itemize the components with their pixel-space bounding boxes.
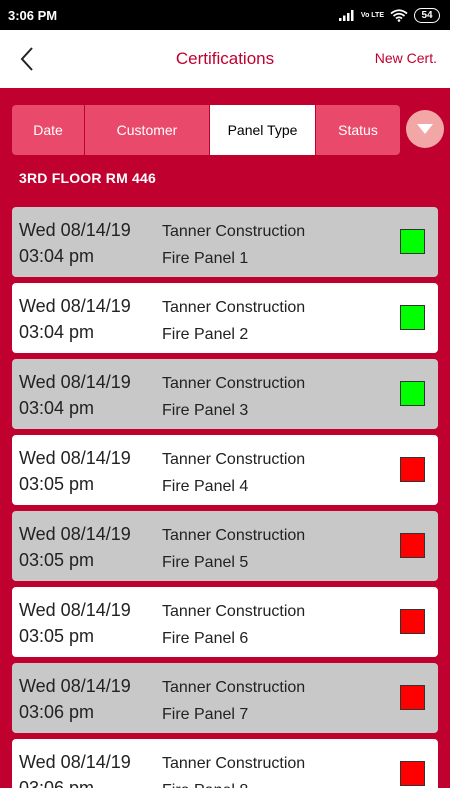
- cert-date: Wed 08/14/19: [19, 220, 131, 240]
- cert-panel: Fire Panel 8: [162, 777, 305, 788]
- location-heading: 3RD FLOOR RM 446: [19, 170, 156, 186]
- tab-panel-type[interactable]: Panel Type: [210, 105, 316, 155]
- status-indicator: [400, 381, 425, 406]
- cert-date: Wed 08/14/19: [19, 752, 131, 772]
- page-title: Certifications: [175, 49, 275, 68]
- cert-customer: Tanner Construction: [162, 603, 306, 620]
- wifi-icon: [390, 8, 408, 22]
- list-item[interactable]: Wed 08/14/19 03:05 pm Tanner Construction…: [12, 511, 438, 581]
- cert-customer: Tanner Construction: [162, 299, 306, 316]
- cert-date: Wed 08/14/19: [19, 600, 131, 620]
- list-item[interactable]: Wed 08/14/19 03:04 pm Tanner Construction…: [12, 359, 438, 429]
- status-indicator: [400, 533, 425, 558]
- tab-status[interactable]: Status: [316, 105, 400, 155]
- status-indicator: [400, 229, 425, 254]
- tab-label: Customer: [116, 122, 178, 138]
- battery-icon: 54: [414, 7, 440, 23]
- cert-panel: Fire Panel 6: [162, 630, 249, 647]
- app-bar: Certifications New Cert.: [0, 30, 450, 88]
- list-item[interactable]: Wed 08/14/19 03:04 pm Tanner Construction…: [12, 283, 438, 353]
- tab-label: Status: [338, 122, 378, 138]
- cert-time: 03:04 pm: [19, 398, 95, 418]
- cert-customer: Tanner Construction: [162, 755, 306, 772]
- cert-customer: Tanner Construction: [162, 527, 306, 544]
- tab-customer[interactable]: Customer: [85, 105, 210, 155]
- tab-date[interactable]: Date: [12, 105, 85, 155]
- certification-list: Wed 08/14/19 03:04 pm Tanner Construction…: [12, 207, 438, 788]
- list-item[interactable]: Wed 08/14/19 03:06 pm Tanner Construction…: [12, 739, 438, 788]
- cert-panel: Fire Panel 7: [162, 706, 249, 723]
- cert-customer: Tanner Construction: [162, 679, 306, 696]
- status-indicator: [400, 305, 425, 330]
- cert-time: 03:06 pm: [19, 778, 95, 788]
- chevron-down-icon: [417, 124, 433, 134]
- cert-panel: Fire Panel 1: [162, 250, 249, 267]
- cert-date: Wed 08/14/19: [19, 296, 131, 316]
- list-item[interactable]: Wed 08/14/19 03:05 pm Tanner Construction…: [12, 435, 438, 505]
- volte-label: Vo LTE: [360, 11, 384, 19]
- cert-panel: Fire Panel 3: [162, 402, 249, 419]
- cert-time: 03:06 pm: [19, 702, 95, 722]
- cert-date: Wed 08/14/19: [19, 372, 131, 392]
- cert-time: 03:04 pm: [19, 322, 95, 342]
- cert-panel: Fire Panel 4: [162, 478, 249, 495]
- cert-time: 03:05 pm: [19, 550, 95, 570]
- tab-label: Panel Type: [227, 122, 298, 138]
- list-item[interactable]: Wed 08/14/19 03:05 pm Tanner Construction…: [12, 587, 438, 657]
- cert-date: Wed 08/14/19: [19, 448, 131, 468]
- main-content: Date Customer Panel Type Status 3RD FLOO…: [0, 88, 450, 788]
- sort-tabs: Date Customer Panel Type Status: [12, 105, 400, 155]
- back-button[interactable]: [12, 44, 42, 74]
- cert-customer: Tanner Construction: [162, 375, 306, 392]
- chevron-left-icon: [20, 47, 33, 71]
- status-time: 3:06 PM: [8, 7, 58, 23]
- status-indicator: [400, 685, 425, 710]
- cert-date: Wed 08/14/19: [19, 524, 131, 544]
- cert-time: 03:05 pm: [19, 626, 95, 646]
- cert-customer: Tanner Construction: [162, 451, 306, 468]
- list-item[interactable]: Wed 08/14/19 03:04 pm Tanner Construction…: [12, 207, 438, 277]
- signal-icon: [338, 10, 354, 21]
- status-bar: 3:06 PM Vo LTE 54: [0, 0, 450, 30]
- status-indicator: [400, 609, 425, 634]
- list-item[interactable]: Wed 08/14/19 03:06 pm Tanner Construction…: [12, 663, 438, 733]
- cert-panel: Fire Panel 5: [162, 554, 249, 571]
- cert-panel: Fire Panel 2: [162, 326, 249, 343]
- cert-date: Wed 08/14/19: [19, 676, 131, 696]
- status-indicator: [400, 761, 425, 786]
- status-icons: Vo LTE 54: [338, 7, 440, 23]
- status-indicator: [400, 457, 425, 482]
- dropdown-button[interactable]: [406, 110, 444, 148]
- new-cert-button[interactable]: New Cert.: [375, 50, 437, 66]
- cert-time: 03:05 pm: [19, 474, 95, 494]
- cert-time: 03:04 pm: [19, 246, 95, 266]
- cert-customer: Tanner Construction: [162, 223, 306, 240]
- tab-label: Date: [33, 122, 63, 138]
